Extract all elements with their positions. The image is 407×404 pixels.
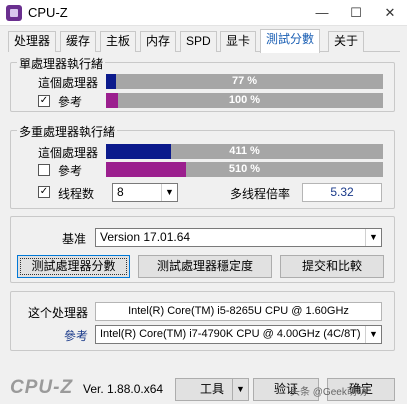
tab-mainboard[interactable]: 主板: [100, 31, 137, 52]
tab-processor[interactable]: 处理器: [8, 31, 57, 52]
ratio-value: 5.32: [302, 183, 382, 202]
baseline-select[interactable]: Version 17.01.64 ▼: [95, 228, 382, 247]
close-icon[interactable]: ✕: [373, 0, 407, 26]
version-text: Ver. 1.88.0.x64: [83, 382, 164, 396]
single-this-bar: 77 %: [106, 74, 383, 89]
threads-label: 线程数: [58, 187, 95, 201]
submit-compare-button[interactable]: 提交和比較: [280, 255, 384, 278]
tab-bench[interactable]: 測試分數: [260, 29, 321, 53]
single-ref-checkbox[interactable]: ✓: [38, 95, 50, 107]
this-processor-label: 这个处理器: [28, 306, 89, 320]
single-ref-label: 參考: [58, 95, 83, 109]
reference-label[interactable]: 參考: [64, 327, 88, 344]
threads-value: 8: [117, 185, 124, 199]
multi-ref-bar: 510 %: [106, 162, 383, 177]
multi-ref-value: 510 %: [228, 163, 261, 175]
baseline-label: 基准: [62, 232, 87, 246]
maximize-icon[interactable]: ☐: [339, 0, 373, 26]
single-ref-bar: 100 %: [106, 93, 383, 108]
bench-cpu-button[interactable]: 测試處理器分數: [17, 255, 130, 278]
chevron-down-icon: ▼: [365, 229, 381, 246]
baseline-value: Version 17.01.64: [100, 230, 191, 244]
multi-ref-label: 參考: [58, 164, 83, 178]
chevron-down-icon: ▼: [365, 326, 381, 343]
reference-value: Intel(R) Core(TM) i7-4790K CPU @ 4.00GHz…: [100, 328, 361, 340]
tools-dropdown-button[interactable]: 工具 ▼: [175, 378, 249, 401]
multi-this-value: 411 %: [229, 145, 260, 157]
tab-about[interactable]: 关于: [328, 31, 365, 52]
tools-label: 工具: [199, 382, 224, 396]
minimize-icon[interactable]: —: [305, 0, 339, 26]
multi-this-bar: 411 %: [106, 144, 383, 159]
multi-thread-title: 多重處理器執行緒: [17, 123, 118, 140]
cpuz-app-icon: [6, 5, 22, 21]
single-ref-value: 100 %: [228, 94, 261, 106]
title-bar: CPU-Z — ☐ ✕: [0, 0, 407, 26]
single-thread-title: 單處理器執行緒: [17, 55, 106, 72]
window-title: CPU-Z: [28, 5, 68, 20]
stress-cpu-button[interactable]: 测試處理器穩定度: [138, 255, 272, 278]
single-this-value: 77 %: [231, 75, 258, 87]
reference-select[interactable]: Intel(R) Core(TM) i7-4790K CPU @ 4.00GHz…: [95, 325, 382, 344]
tab-spd[interactable]: SPD: [180, 31, 217, 52]
chevron-down-icon: ▼: [232, 379, 248, 400]
tab-graphics[interactable]: 显卡: [220, 31, 257, 52]
chevron-down-icon: ▼: [161, 184, 177, 201]
this-processor-value: Intel(R) Core(TM) i5-8265U CPU @ 1.60GHz: [95, 302, 382, 321]
multi-this-label: 這個處理器: [38, 146, 99, 160]
cpuz-logo: CPU-Z: [10, 377, 74, 398]
threads-checkbox[interactable]: ✓: [38, 186, 50, 198]
tab-bar: 处理器 缓存 主板 内存 SPD 显卡 測試分數 关于: [8, 29, 400, 53]
watermark: 头条 @Geek萌萌: [290, 387, 367, 398]
tab-memory[interactable]: 内存: [140, 31, 177, 52]
multi-ref-checkbox[interactable]: [38, 164, 50, 176]
ratio-label: 多线程倍率: [230, 187, 291, 201]
single-this-label: 這個處理器: [38, 76, 99, 90]
threads-select[interactable]: 8 ▼: [112, 183, 178, 202]
tab-cache[interactable]: 缓存: [60, 31, 97, 52]
